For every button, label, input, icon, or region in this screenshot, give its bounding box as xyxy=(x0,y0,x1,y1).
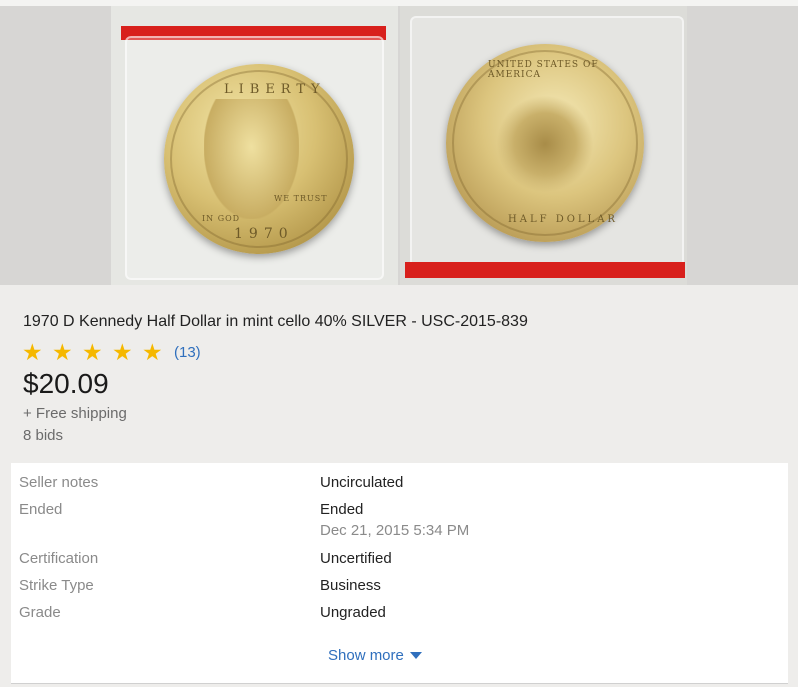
spec-label-grade: Grade xyxy=(19,604,61,621)
star-icon: ★ xyxy=(82,339,103,365)
spec-value-strike-type: Business xyxy=(320,577,381,594)
eagle-seal xyxy=(490,89,600,199)
bid-count: 8 bids xyxy=(23,427,64,444)
coin-year: 1970 xyxy=(234,226,294,242)
coin-motto-we-trust: WE TRUST xyxy=(274,194,328,203)
coin-obverse: LIBERTY IN GOD WE TRUST 1970 xyxy=(164,64,354,254)
caret-down-icon xyxy=(409,652,422,659)
cello-red-band xyxy=(405,262,685,278)
spec-label-certification: Certification xyxy=(19,550,99,567)
star-icon: ★ xyxy=(112,339,133,365)
item-price: $20.09 xyxy=(23,368,109,399)
photo-gallery[interactable]: LIBERTY IN GOD WE TRUST 1970 UNITED STAT… xyxy=(0,6,798,285)
show-more-button[interactable]: Show more xyxy=(328,647,422,664)
listing-title: 1970 D Kennedy Half Dollar in mint cello… xyxy=(23,313,528,330)
spec-value-grade: Ungraded xyxy=(320,604,386,621)
show-more-label: Show more xyxy=(328,647,404,664)
coin-legend-denomination: HALF DOLLAR xyxy=(508,214,618,225)
coin-reverse-image[interactable]: UNITED STATES OF AMERICA HALF DOLLAR xyxy=(400,6,687,285)
coin-obverse-image[interactable]: LIBERTY IN GOD WE TRUST 1970 xyxy=(111,6,398,285)
review-count-link[interactable]: (13) xyxy=(174,344,201,361)
coin-motto-in-god: IN GOD xyxy=(202,214,241,223)
spec-ended-date: Dec 21, 2015 5:34 PM xyxy=(320,522,470,539)
coin-legend-country: UNITED STATES OF AMERICA xyxy=(488,60,599,80)
shipping-info: + Free shipping xyxy=(23,405,127,422)
star-icon: ★ xyxy=(22,339,43,365)
spec-label-strike-type: Strike Type xyxy=(19,577,94,594)
coin-reverse: UNITED STATES OF AMERICA HALF DOLLAR xyxy=(446,44,644,242)
spec-value-certification: Uncertified xyxy=(320,550,392,567)
spec-label-seller-notes: Seller notes xyxy=(19,474,99,491)
item-specifics-card: Seller notes Uncirculated Ended Ended De… xyxy=(11,463,788,684)
coin-legend-liberty: LIBERTY xyxy=(224,82,326,97)
spec-value-seller-notes: Uncirculated xyxy=(320,474,404,491)
star-icon: ★ xyxy=(52,339,73,365)
spec-label-ended: Ended xyxy=(19,501,63,518)
star-icon: ★ xyxy=(142,339,163,365)
rating-stars[interactable]: ★ ★ ★ ★ ★ (13) xyxy=(22,340,201,364)
spec-value-ended: Ended xyxy=(320,501,364,518)
